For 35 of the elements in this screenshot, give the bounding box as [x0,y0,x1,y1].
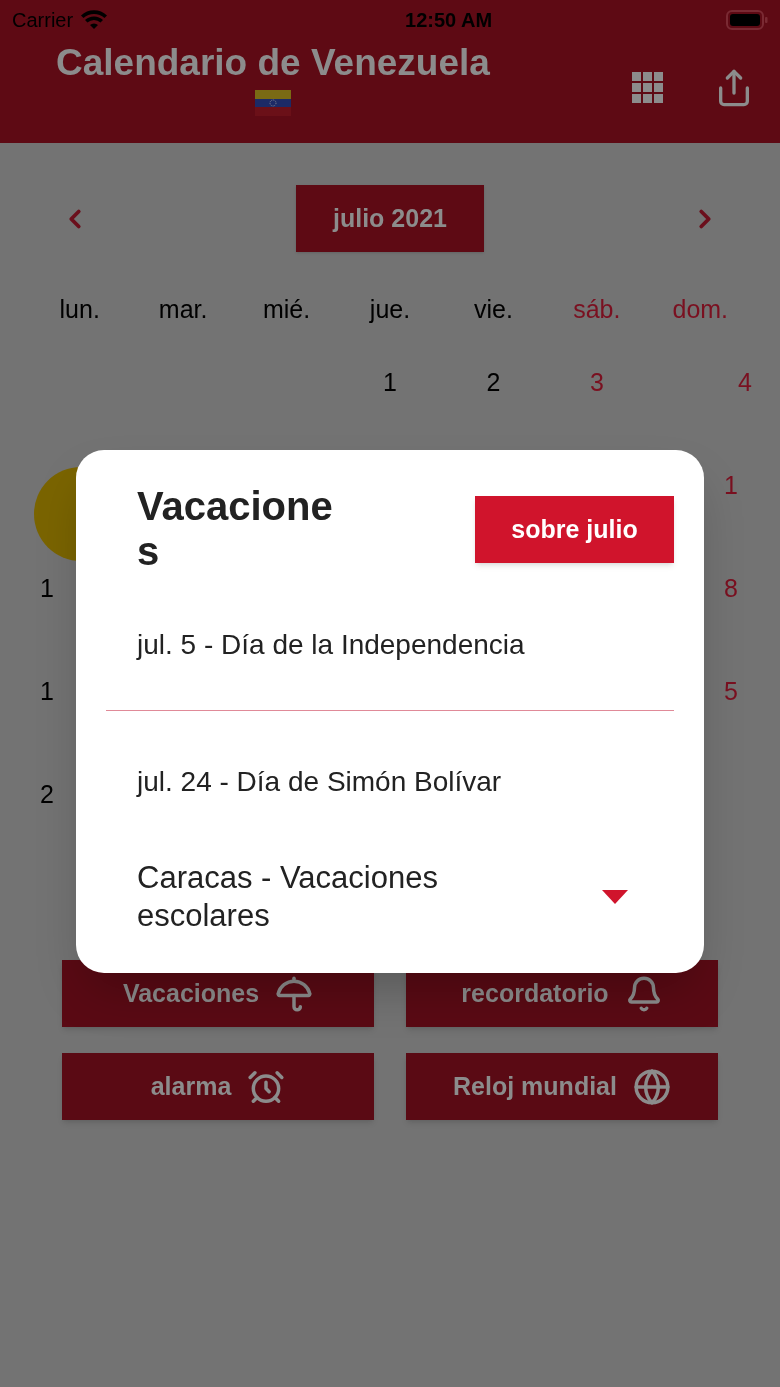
grid-icon[interactable] [632,72,664,104]
month-button[interactable]: julio 2021 [296,185,484,252]
flag-icon [254,90,291,117]
day-number[interactable]: 5 [724,673,752,711]
day-number[interactable]: 2 [28,776,54,814]
umbrella-icon [275,974,314,1013]
month-info-button[interactable]: sobre julio [475,496,674,563]
day-number[interactable]: 1 [724,467,752,505]
weekday-label: mar. [158,294,208,326]
weekday-label: dom. [672,294,729,326]
region-dropdown[interactable]: Caracas - Vacaciones escolares [76,858,704,937]
day-number[interactable]: 1 [28,570,54,608]
day-number[interactable]: 1 [383,364,397,402]
dialog-title: Vacaciones [137,484,334,574]
day-number[interactable]: 2 [486,364,501,402]
weekday-label: mié. [262,294,311,326]
clock-label: 12:50 AM [405,8,493,33]
globe-icon [632,1067,671,1106]
action-button[interactable]: alarma [62,1053,374,1120]
battery-icon [726,10,768,30]
day-number[interactable]: 8 [724,570,752,608]
day-number[interactable]: 4 [738,364,752,402]
carrier-label: Carrier [12,8,74,33]
holiday-item: jul. 24 - Día de Simón Bolívar [135,764,503,799]
day-number[interactable]: 1 [28,673,54,711]
app-title: Calendario de Venezuela [56,41,490,85]
wifi-icon [81,10,108,30]
weekday-label: jue. [369,294,411,326]
day-number[interactable]: 3 [589,364,604,402]
holiday-item: jul. 5 - Día de la Independencia [135,627,526,662]
weekday-label: sáb. [573,294,621,326]
weekday-label: vie. [473,294,513,326]
weekday-label: lun. [59,294,100,326]
dropdown-caret-icon [602,890,628,905]
action-button[interactable]: Reloj mundial [406,1053,718,1120]
